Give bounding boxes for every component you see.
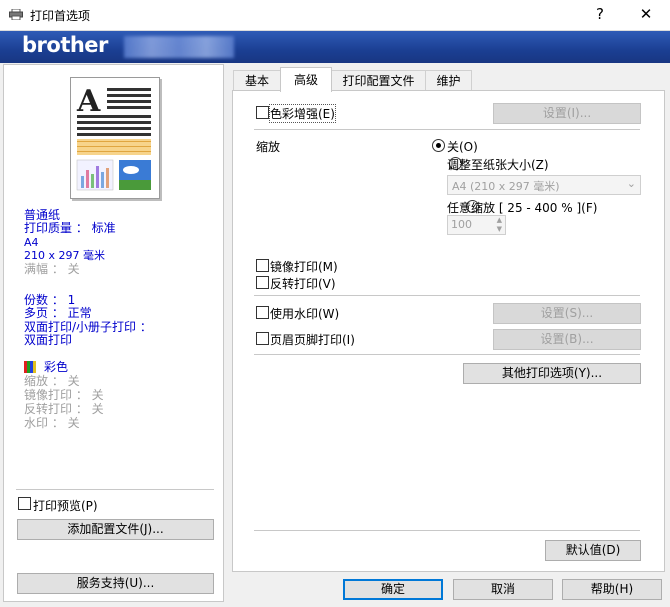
- summary-size: 210 x 297 毫米: [24, 249, 105, 262]
- chevron-down-icon: ⌄: [626, 177, 636, 190]
- header-footer-checkbox[interactable]: [256, 332, 269, 345]
- brand-banner: brother: [0, 31, 670, 63]
- scaling-label: 缩放: [256, 140, 281, 154]
- summary-paper: A4: [24, 236, 39, 249]
- divider: [254, 530, 640, 531]
- scale-value-stepper[interactable]: 100 ▲ ▼: [447, 215, 506, 235]
- summary-scaling: 缩放 ： 关: [24, 374, 80, 388]
- scale-off-radio[interactable]: [432, 139, 445, 152]
- watermark-settings-button[interactable]: 设置(S)...: [493, 303, 641, 324]
- header-footer-label: 页眉页脚打印(I): [270, 333, 355, 347]
- header-footer-settings-button[interactable]: 设置(B)...: [493, 329, 641, 350]
- reverse-print-label: 反转打印(V): [270, 277, 336, 291]
- help-icon[interactable]: ?: [580, 5, 620, 23]
- scale-value: 100: [451, 218, 472, 231]
- close-icon[interactable]: ✕: [626, 5, 666, 23]
- color-enhance-checkbox[interactable]: [256, 106, 269, 119]
- other-options-button[interactable]: 其他打印选项(Y)...: [463, 363, 641, 384]
- defaults-button[interactable]: 默认值(D): [545, 540, 641, 561]
- support-button[interactable]: 服务支持(U)...: [17, 573, 214, 594]
- title-bar: 打印首选项 ? ✕: [0, 0, 670, 31]
- summary-watermark: 水印 ： 关: [24, 416, 80, 430]
- tab-maintenance[interactable]: 维护: [425, 70, 472, 91]
- color-mode-icon: [24, 361, 36, 373]
- watermark-checkbox[interactable]: [256, 306, 269, 319]
- ok-button[interactable]: 确定: [343, 579, 443, 600]
- divider: [254, 295, 640, 296]
- fit-paper-value: A4 (210 x 297 毫米): [452, 180, 560, 193]
- window-title: 打印首选项: [30, 9, 91, 23]
- summary-multipage: 多页 ： 正常: [24, 306, 92, 320]
- color-enhance-label: 色彩增强(E): [269, 104, 336, 123]
- watermark-label: 使用水印(W): [270, 307, 340, 321]
- brand-logo: brother: [22, 33, 108, 57]
- reverse-print-checkbox[interactable]: [256, 276, 269, 289]
- scale-off-label: 关(O): [447, 140, 478, 154]
- add-profile-button[interactable]: 添加配置文件(J)...: [17, 519, 214, 540]
- svg-text:A: A: [76, 84, 101, 119]
- tab-print-profiles[interactable]: 打印配置文件: [331, 70, 426, 91]
- printer-icon: [9, 8, 23, 21]
- divider: [254, 129, 640, 130]
- help-button[interactable]: 帮助(H): [562, 579, 662, 600]
- scale-fit-label: 调整至纸张大小(Z): [447, 158, 549, 172]
- summary-mirror: 镜像打印 ： 关: [24, 388, 104, 402]
- stepper-up-icon[interactable]: ▲: [497, 216, 502, 224]
- stepper-down-icon[interactable]: ▼: [497, 225, 502, 233]
- summary-color-mode: 彩色: [44, 360, 69, 374]
- mirror-print-label: 镜像打印(M): [270, 260, 338, 274]
- fit-paper-select[interactable]: A4 (210 x 297 毫米) ⌄: [447, 175, 641, 195]
- model-name-blurred: [124, 36, 234, 58]
- tab-advanced[interactable]: 高级: [280, 67, 332, 92]
- print-preview-label: 打印预览(P): [33, 499, 98, 513]
- summary-quality: 打印质量 ： 标准: [24, 221, 116, 235]
- tab-basic[interactable]: 基本: [233, 70, 281, 91]
- print-preview-checkbox[interactable]: [18, 497, 31, 510]
- cancel-button[interactable]: 取消: [453, 579, 553, 600]
- divider: [254, 354, 640, 355]
- mirror-print-checkbox[interactable]: [256, 259, 269, 272]
- summary-reverse: 反转打印 ： 关: [24, 402, 104, 416]
- left-divider: [16, 489, 214, 490]
- color-enhance-settings-button[interactable]: 设置(I)...: [493, 103, 641, 124]
- page-preview-image: A: [70, 77, 160, 199]
- scale-free-label: 任意缩放 [ 25 - 400 % ](F): [447, 201, 598, 215]
- summary-borderless: 满幅 ： 关: [24, 262, 80, 276]
- summary-duplex-value: 双面打印: [24, 333, 73, 347]
